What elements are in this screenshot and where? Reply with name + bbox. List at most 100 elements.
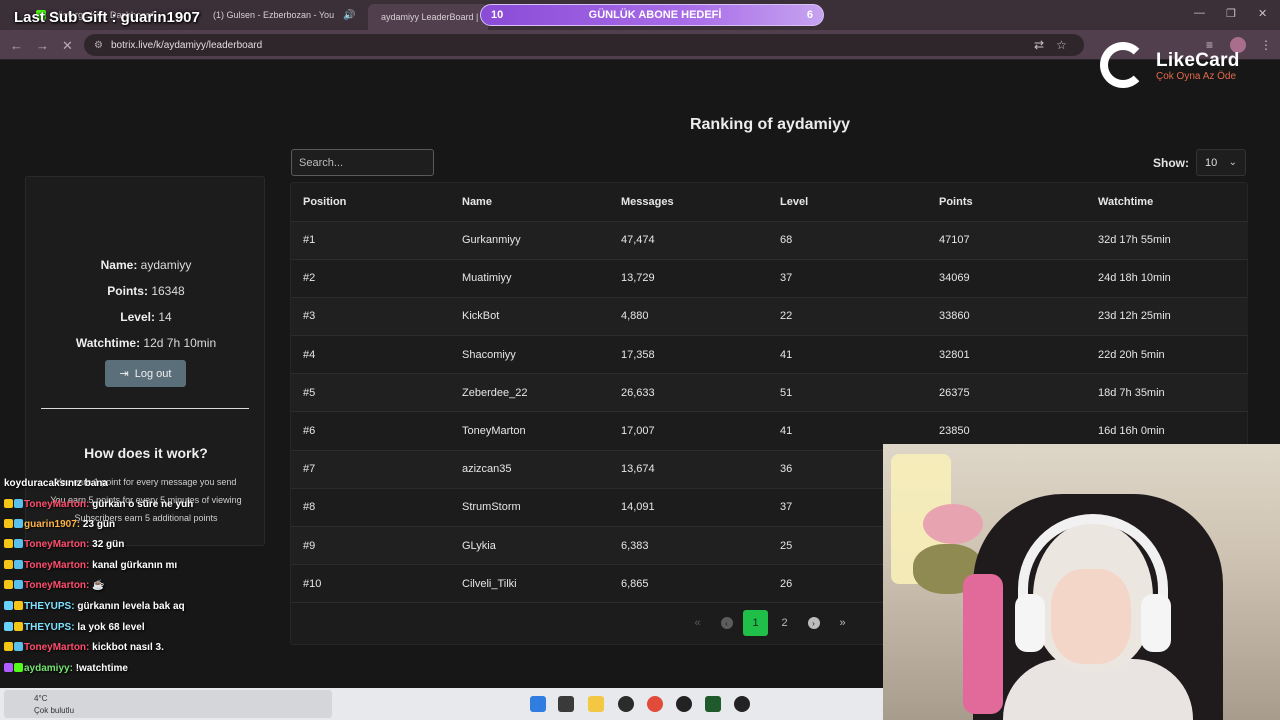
- g-app-icon[interactable]: [676, 696, 692, 712]
- page-button-1[interactable]: 1: [743, 610, 768, 636]
- watchtime-label: Watchtime:: [75, 336, 141, 350]
- forward-icon[interactable]: →: [36, 38, 49, 53]
- chat-user[interactable]: ToneyMarton:: [24, 499, 89, 510]
- first-page-button[interactable]: «: [685, 610, 710, 636]
- column-header[interactable]: Position: [291, 183, 450, 222]
- logo-name: LikeCard: [1156, 50, 1240, 71]
- table-cell[interactable]: azizcan35: [450, 450, 609, 489]
- chat-user[interactable]: ToneyMarton:: [24, 560, 89, 571]
- chat-user[interactable]: ToneyMarton:: [24, 642, 89, 653]
- table-cell: 6,383: [609, 526, 768, 566]
- chat-user[interactable]: ToneyMarton:: [24, 580, 89, 591]
- table-cell: 41: [768, 335, 927, 375]
- chat-user[interactable]: THEYUPS:: [24, 601, 75, 612]
- chat-user[interactable]: ToneyMarton:: [24, 539, 89, 550]
- bookmark-star-icon[interactable]: ☆: [1056, 38, 1067, 52]
- last-sub-gift: Last Sub Gift : guarin1907: [14, 9, 200, 26]
- column-header[interactable]: Messages: [609, 183, 768, 222]
- column-header[interactable]: Points: [927, 183, 1086, 222]
- g-app-icon[interactable]: [734, 696, 750, 712]
- goal-left-value: 10: [491, 9, 504, 21]
- logout-icon: ⇥: [119, 368, 129, 380]
- profile-points-row: Points: 16348: [26, 284, 266, 298]
- table-cell: #9: [291, 526, 450, 566]
- nvidia-icon[interactable]: [705, 696, 721, 712]
- table-row: #1 Gurkanmiyy 47,474 68 47107 32d 17h 55min: [291, 221, 1248, 260]
- last-page-button[interactable]: »: [830, 610, 855, 636]
- start-icon[interactable]: [530, 696, 546, 712]
- url-field[interactable]: ⚙ botrix.live/k/aydamiyy/leaderboard: [84, 34, 1084, 56]
- sub-badge-icon: [14, 560, 23, 569]
- close-window-icon[interactable]: ✕: [1258, 7, 1267, 20]
- file-explorer-icon[interactable]: [588, 696, 604, 712]
- table-row: #3 KickBot 4,880 22 33860 23d 12h 25min: [291, 297, 1248, 337]
- table-cell: 26,633: [609, 373, 768, 413]
- profile-level: 14: [158, 310, 172, 324]
- table-cell[interactable]: Zeberdee_22: [450, 373, 609, 413]
- next-page-button[interactable]: ›: [801, 610, 826, 636]
- table-cell: 13,674: [609, 450, 768, 489]
- task-view-icon[interactable]: [558, 696, 574, 712]
- chat-user[interactable]: aydamiyy:: [24, 663, 73, 674]
- prev-page-button[interactable]: ‹: [714, 610, 739, 636]
- table-cell[interactable]: Muatimiyy: [450, 259, 609, 298]
- tab-youtube[interactable]: (1) Gulsen - Ezberbozan - You 🔊 ✕: [200, 4, 360, 26]
- headset-earcup: [1141, 594, 1171, 652]
- app-icon[interactable]: [618, 696, 634, 712]
- tab-leaderboard[interactable]: aydamiyy LeaderBoard | T: [368, 4, 488, 30]
- table-cell: 33860: [927, 297, 1086, 337]
- profile-name-row: Name: aydamiyy: [26, 258, 266, 272]
- chat-text: la yok 68 level: [77, 622, 145, 633]
- maximize-icon[interactable]: ❐: [1226, 7, 1236, 20]
- weather-widget[interactable]: 4°C Çok bulutlu: [4, 690, 332, 718]
- logout-button[interactable]: ⇥ Log out: [105, 360, 186, 387]
- translate-icon[interactable]: ⇄: [1034, 38, 1044, 52]
- page-size-select[interactable]: 10 ⌄: [1196, 149, 1246, 176]
- search-input[interactable]: [291, 149, 434, 176]
- table-cell: 23d 12h 25min: [1086, 297, 1248, 337]
- chair-accent: [963, 574, 1003, 714]
- column-header[interactable]: Level: [768, 183, 927, 222]
- table-cell[interactable]: Shacomiyy: [450, 335, 609, 375]
- back-icon[interactable]: ←: [10, 38, 23, 53]
- chat-text: !watchtime: [75, 663, 128, 674]
- table-row: #5 Zeberdee_22 26,633 51 26375 18d 7h 35min: [291, 373, 1248, 413]
- sub-badge-icon: [14, 539, 23, 548]
- name-label: Name:: [100, 258, 138, 272]
- table-cell[interactable]: GLykia: [450, 526, 609, 566]
- profile-points: 16348: [151, 284, 185, 298]
- chat-text: gürkanın levela bak aq: [77, 601, 185, 612]
- table-cell[interactable]: Gurkanmiyy: [450, 221, 609, 260]
- table-cell[interactable]: ToneyMarton: [450, 411, 609, 451]
- chat-user[interactable]: THEYUPS:: [24, 622, 75, 633]
- column-header[interactable]: Watchtime: [1086, 183, 1248, 222]
- profile-watchtime-row: Watchtime: 12d 7h 10min: [26, 336, 266, 350]
- sub-badge-icon: [14, 580, 23, 589]
- table-cell: 4,880: [609, 297, 768, 337]
- chat-user[interactable]: guarin1907:: [24, 519, 80, 530]
- menu-icon[interactable]: ⋮: [1260, 38, 1272, 52]
- table-cell[interactable]: KickBot: [450, 297, 609, 337]
- profile-card: Name: aydamiyy Points: 16348 Level: 14 W…: [25, 176, 265, 546]
- chat-message: koyduracaksınız bana: [4, 478, 108, 489]
- speaker-icon[interactable]: 🔊: [343, 10, 355, 21]
- table-cell: 17,358: [609, 335, 768, 375]
- chrome-icon[interactable]: [647, 696, 663, 712]
- table-cell: 22: [768, 297, 927, 337]
- table-cell: 6,865: [609, 564, 768, 604]
- minimize-icon[interactable]: —: [1194, 7, 1205, 19]
- site-settings-icon[interactable]: ⚙: [94, 40, 103, 51]
- emote-icon: ☕: [92, 580, 105, 591]
- chat-message: THEYUPS: gürkanın levela bak aq: [4, 601, 185, 612]
- column-header[interactable]: Name: [450, 183, 609, 222]
- table-cell[interactable]: StrumStorm: [450, 488, 609, 528]
- chat-text: 23 gün: [82, 519, 116, 530]
- chevron-right-icon: ›: [807, 617, 820, 629]
- chat-message: guarin1907: 23 gün: [4, 519, 115, 530]
- sub-badge-icon: [14, 519, 23, 528]
- page-button-2[interactable]: 2: [772, 610, 797, 636]
- chat-message: ToneyMarton: kanal gürkanın mı: [4, 560, 177, 571]
- table-cell[interactable]: Cilveli_Tilki: [450, 564, 609, 604]
- profile-level-row: Level: 14: [26, 310, 266, 324]
- stop-icon[interactable]: ✕: [62, 38, 73, 54]
